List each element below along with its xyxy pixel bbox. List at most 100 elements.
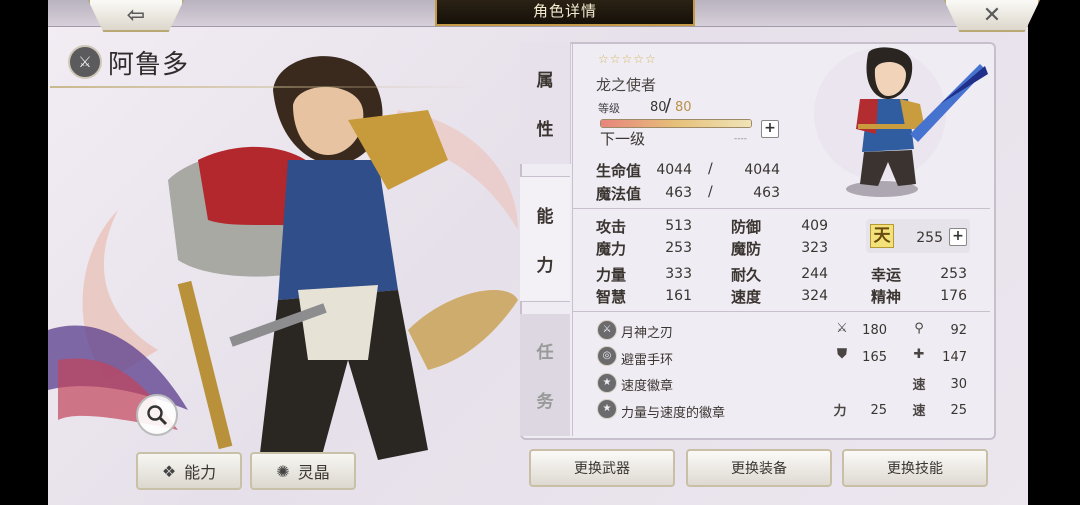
cross-shield-icon: ✚ [913, 347, 925, 362]
star-badge-icon: ★ [597, 373, 617, 393]
panel-vertical-divider [572, 42, 573, 436]
heaven-icon: 天 [870, 224, 894, 248]
change-weapon-button[interactable]: 更换武器 [529, 449, 675, 487]
zoom-button[interactable] [136, 394, 178, 436]
wisdom-label: 智慧 [596, 288, 627, 306]
side-tabs: 属 性 能 力 任 务 [520, 42, 572, 436]
back-button[interactable]: ⇦ [88, 0, 184, 32]
crystal-button[interactable]: ✺ 灵晶 [250, 452, 356, 490]
tab-ability[interactable]: 能 力 [520, 176, 570, 302]
sword-icon: ⚔ [597, 320, 617, 340]
tab-tasks-char-1: 任 [536, 343, 554, 363]
change-equipment-button[interactable]: 更换装备 [686, 449, 832, 487]
next-level-label: 下一级 [600, 130, 646, 148]
magic-wand-icon: ⚲ [914, 321, 924, 336]
heaven-plus-button[interactable]: + [949, 228, 967, 246]
level-slash: / [665, 95, 672, 116]
equip-3-stat-2-label: 速 [912, 378, 926, 393]
ability-button[interactable]: ❖ 能力 [136, 452, 242, 490]
strength-value: 333 [665, 266, 692, 282]
attack-label: 攻击 [596, 218, 627, 236]
star-badge-icon: ★ [597, 399, 617, 419]
page-title: 角色详情 [435, 0, 695, 26]
spirit-value: 176 [940, 288, 967, 304]
mp-max: 463 [753, 185, 780, 201]
change-skill-button[interactable]: 更换技能 [842, 449, 988, 487]
close-button[interactable]: ✕ [944, 0, 1040, 32]
character-title: 龙之使者 [596, 76, 657, 94]
equip-3-stat-2: 30 [950, 377, 967, 392]
tab-tasks-char-2: 务 [536, 392, 554, 412]
spirit-label: 精神 [871, 288, 902, 306]
equip-2-stat-1: 165 [862, 350, 887, 365]
sword-icon: ⚔ [836, 321, 848, 336]
equip-4-stat-2: 25 [950, 403, 967, 418]
rarity-stars: ☆☆☆☆☆ [598, 52, 657, 66]
arrow-left-icon: ⇦ [126, 2, 146, 28]
level-up-plus-button[interactable]: + [761, 120, 779, 138]
wisdom-value: 161 [665, 288, 692, 304]
mp-slash: / [708, 184, 713, 200]
tab-ability-char-2: 力 [536, 256, 554, 276]
left-black-edge [0, 0, 48, 505]
luck-label: 幸运 [871, 266, 902, 284]
divider-stats [572, 311, 990, 312]
tab-attributes[interactable]: 属 性 [520, 42, 571, 164]
equip-4-stat-1-label: 力 [833, 404, 847, 419]
endurance-value: 244 [801, 266, 828, 282]
divider-vitals [572, 208, 990, 209]
defense-value: 409 [801, 218, 828, 234]
speed-value: 324 [801, 288, 828, 304]
right-black-edge [1028, 0, 1080, 505]
level-max: 80 [675, 100, 692, 115]
magic-defense-label: 魔防 [731, 240, 762, 258]
equip-2-stat-2: 147 [942, 350, 967, 365]
crystal-button-label: 灵晶 [297, 463, 330, 482]
attack-value: 513 [665, 218, 692, 234]
equip-4-name: 力量与速度的徽章 [621, 406, 726, 421]
shield-icon: ⛊ [837, 347, 847, 362]
chibi-portrait [814, 47, 988, 197]
name-underline [50, 86, 480, 88]
experience-bar-fill [601, 120, 751, 127]
hp-current: 4044 [656, 162, 692, 178]
equip-1-stat-1: 180 [862, 323, 887, 338]
tab-attributes-char-1: 属 [536, 71, 554, 91]
equip-3-name: 速度徽章 [621, 379, 674, 394]
endurance-label: 耐久 [731, 266, 762, 284]
hp-slash: / [708, 161, 713, 177]
sword-class-icon: ⚔ [68, 45, 102, 79]
mp-current: 463 [665, 185, 692, 201]
equip-4-stat-1: 25 [870, 403, 887, 418]
magic-label: 魔力 [596, 240, 627, 258]
grid-icon: ❖ [161, 461, 177, 481]
tab-tasks[interactable]: 任 务 [520, 314, 570, 436]
magnifier-icon [147, 405, 168, 426]
heaven-points-value: 255 [916, 230, 943, 246]
character-name-area: ⚔ 阿鲁多 [68, 44, 189, 80]
close-icon: ✕ [982, 2, 1002, 28]
experience-bar [600, 119, 752, 128]
hp-label: 生命值 [596, 162, 642, 180]
hero-artwork [48, 56, 518, 470]
equip-4-stat-2-label: 速 [912, 404, 926, 419]
equip-1-stat-2: 92 [950, 323, 967, 338]
character-name: 阿鲁多 [108, 49, 190, 80]
crystal-icon: ✺ [276, 461, 290, 481]
next-level-value: ---- [734, 134, 747, 144]
defense-label: 防御 [731, 218, 762, 236]
tab-ability-char-1: 能 [536, 207, 554, 227]
magic-defense-value: 323 [801, 240, 828, 256]
luck-value: 253 [940, 266, 967, 282]
strength-label: 力量 [596, 266, 627, 284]
bracelet-icon: ◎ [597, 346, 617, 366]
mp-label: 魔法值 [596, 185, 642, 203]
magic-value: 253 [665, 240, 692, 256]
speed-label: 速度 [731, 288, 762, 306]
ability-button-label: 能力 [184, 463, 217, 482]
level-label: 等级 [598, 102, 620, 115]
equip-1-name: 月神之刃 [621, 326, 674, 341]
equip-2-name: 避雷手环 [621, 353, 674, 368]
hp-max: 4044 [744, 162, 780, 178]
tab-attributes-char-2: 性 [536, 120, 554, 140]
